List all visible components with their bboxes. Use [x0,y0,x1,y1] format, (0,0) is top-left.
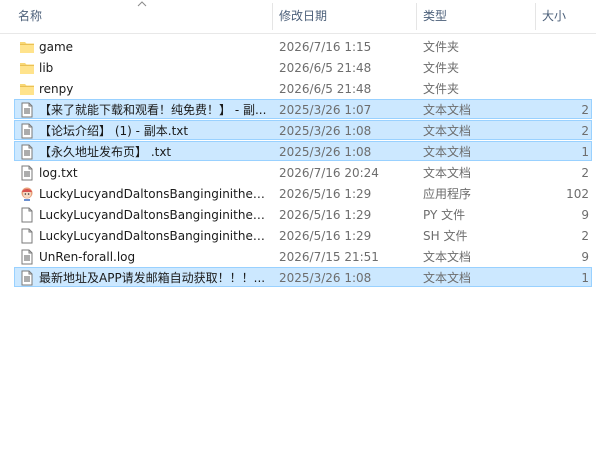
folder-icon [19,37,35,57]
file-type: 文件夹 [423,82,460,96]
file-row[interactable]: UnRen-forall.log 2026/7/15 21:51 文本文档 9 [14,246,592,266]
file-type: 文本文档 [423,166,472,180]
file-size: 102 [566,187,589,201]
file-size: 2 [581,229,589,243]
file-name: log.txt [39,166,78,180]
file-size [535,37,589,57]
folder-icon [19,58,35,78]
file-name: LuckyLucyandDaltonsBanginginitheWil... [39,187,271,201]
file-name: 【论坛介绍】 (1) - 副本.txt [39,124,189,138]
blank-file-icon [19,226,35,246]
blank-file-icon [19,205,35,225]
text-file-icon [19,247,35,267]
column-header-bar: 名称 修改日期 类型 大小 [0,0,596,34]
file-date: 2025/3/26 1:08 [279,145,372,159]
file-type: SH 文件 [423,229,468,243]
file-size [535,79,589,99]
file-date: 2025/3/26 1:08 [279,271,372,285]
file-type: 文件夹 [423,40,460,54]
file-size: 2 [581,103,589,117]
file-date: 2026/6/5 21:48 [279,61,372,75]
file-type: 应用程序 [423,187,472,201]
text-file-icon [19,268,35,288]
text-file-icon [19,142,35,162]
file-row[interactable]: LuckyLucyandDaltonsBanginginitheWil... 20… [14,225,592,245]
file-date: 2026/5/16 1:29 [279,187,372,201]
file-row[interactable]: game 2026/7/16 1:15 文件夹 [14,36,592,56]
file-name: LuckyLucyandDaltonsBanginginitheWil... [39,229,271,243]
file-date: 2026/5/16 1:29 [279,229,372,243]
file-name: renpy [39,82,74,96]
file-row[interactable]: 最新地址及APP请发邮箱自动获取！！！... 2025/3/26 1:08 文本文档… [14,267,592,287]
file-date: 2026/7/16 20:24 [279,166,379,180]
file-row[interactable]: 【永久地址发布页】 .txt 2025/3/26 1:08 文本文档 1 [14,141,592,161]
file-name: 最新地址及APP请发邮箱自动获取！！！... [39,271,266,285]
file-row[interactable]: 【论坛介绍】 (1) - 副本.txt 2025/3/26 1:08 文本文档 2 [14,120,592,140]
file-size: 1 [581,145,589,159]
file-date: 2026/6/5 21:48 [279,82,372,96]
file-row[interactable]: lib 2026/6/5 21:48 文件夹 [14,57,592,77]
app-icon [19,184,35,204]
file-date: 2026/7/15 21:51 [279,250,379,264]
file-type: 文本文档 [423,124,472,138]
file-name: 【来了就能下载和观看！纯免费！】 - 副... [39,103,267,117]
file-type: 文本文档 [423,271,472,285]
column-header-date[interactable]: 修改日期 [273,0,416,33]
file-size: 2 [581,124,589,138]
file-size: 1 [581,271,589,285]
file-type: 文本文档 [423,145,472,159]
file-size: 2 [581,166,589,180]
file-name: UnRen-forall.log [39,250,136,264]
file-date: 2025/3/26 1:08 [279,124,372,138]
text-file-icon [19,121,35,141]
file-type: 文件夹 [423,61,460,75]
file-size: 9 [581,208,589,222]
file-type: PY 文件 [423,208,466,222]
file-size [535,58,589,78]
file-name: lib [39,61,54,75]
file-name: 【永久地址发布页】 .txt [39,145,172,159]
file-size: 9 [581,250,589,264]
file-type: 文本文档 [423,103,472,117]
file-name: LuckyLucyandDaltonsBanginginitheWil... [39,208,271,222]
file-type: 文本文档 [423,250,472,264]
file-row[interactable]: LuckyLucyandDaltonsBanginginitheWil... 20… [14,183,592,203]
file-row[interactable]: 【来了就能下载和观看！纯免费！】 - 副... 2025/3/26 1:07 文本文… [14,99,592,119]
column-header-size[interactable]: 大小 [536,0,596,33]
file-row[interactable]: log.txt 2026/7/16 20:24 文本文档 2 [14,162,592,182]
text-file-icon [19,163,35,183]
file-row[interactable]: LuckyLucyandDaltonsBanginginitheWil... 20… [14,204,592,224]
file-date: 2026/5/16 1:29 [279,208,372,222]
column-header-type[interactable]: 类型 [417,0,535,33]
file-date: 2025/3/26 1:07 [279,103,372,117]
sort-ascending-icon [137,1,147,7]
file-name: game [39,40,74,54]
file-row[interactable]: renpy 2026/6/5 21:48 文件夹 [14,78,592,98]
file-date: 2026/7/16 1:15 [279,40,372,54]
folder-icon [19,79,35,99]
text-file-icon [19,100,35,120]
